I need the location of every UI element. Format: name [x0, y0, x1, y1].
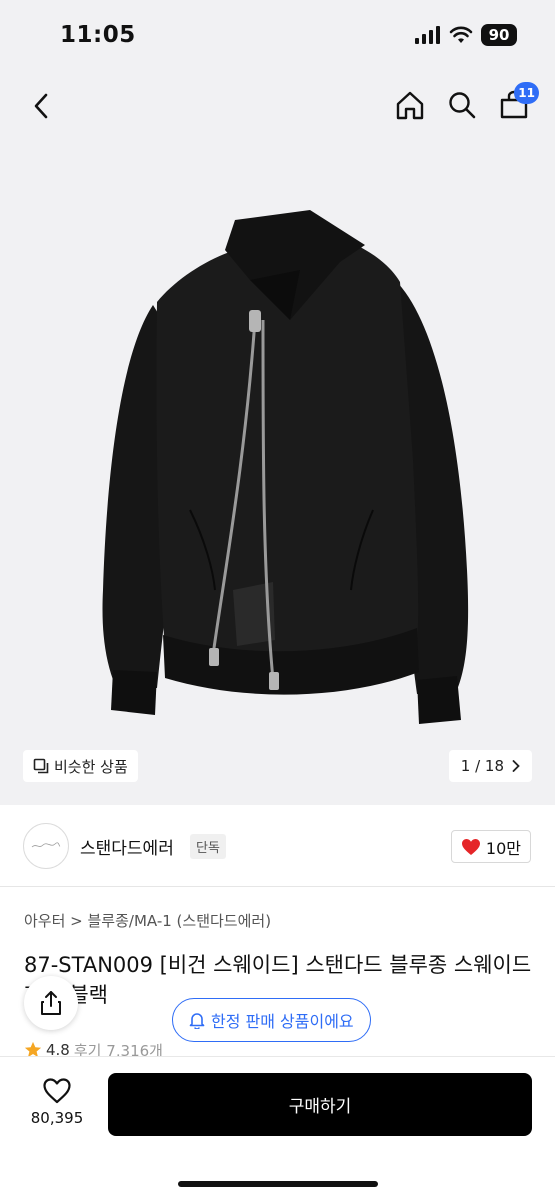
battery-indicator: 90: [481, 24, 517, 46]
exclusive-badge: 단독: [190, 834, 226, 859]
copy-icon: [33, 758, 49, 774]
limited-sale-banner[interactable]: 한정 판매 상품이에요: [172, 998, 371, 1042]
wifi-icon: [449, 26, 473, 43]
brand-name[interactable]: 스탠다드에러: [80, 834, 174, 859]
gallery-page-indicator[interactable]: 1 / 18: [448, 750, 532, 782]
bell-icon: [189, 1013, 205, 1029]
chevron-right-icon: [512, 760, 520, 772]
nav-actions: 11: [391, 82, 539, 124]
like-count: 10만: [485, 838, 521, 858]
search-button[interactable]: [443, 86, 481, 124]
back-button[interactable]: [24, 88, 60, 124]
wishlist-button[interactable]: 80,395: [22, 1077, 92, 1127]
heart-outline-icon: [43, 1078, 71, 1104]
share-button[interactable]: [24, 976, 78, 1030]
product-image-gallery[interactable]: 11 비슷한 상품 1 / 18: [0, 70, 555, 805]
share-icon: [41, 991, 61, 1015]
brand-logo[interactable]: [23, 823, 69, 869]
chevron-left-icon: [34, 93, 48, 119]
cart-count-badge: 11: [514, 82, 539, 104]
status-bar: 11:05 90: [0, 0, 555, 70]
limited-sale-text: 한정 판매 상품이에요: [211, 1012, 354, 1031]
like-button[interactable]: 10만: [450, 830, 531, 863]
signal-icon: [415, 26, 440, 44]
buy-button[interactable]: 구매하기: [108, 1073, 532, 1136]
category-breadcrumb[interactable]: 아우터 > 블루종/MA-1 (스탠다드에러): [24, 910, 271, 931]
heart-filled-icon: [461, 838, 480, 855]
purchase-bar: 80,395 구매하기: [0, 1056, 555, 1200]
status-icons: 90: [415, 24, 517, 46]
jacket-image: [102, 210, 469, 724]
cart-button[interactable]: 11: [495, 82, 539, 124]
home-indicator: [178, 1181, 378, 1187]
brand-logo-mark: [31, 842, 61, 848]
brand-row[interactable]: 스탠다드에러 단독 10만: [0, 805, 555, 887]
status-time: 11:05: [60, 22, 136, 48]
home-button[interactable]: [391, 86, 429, 124]
home-icon: [396, 91, 424, 120]
search-icon: [449, 92, 476, 119]
similar-products-label: 비슷한 상품: [54, 757, 128, 776]
page-indicator-text: 1 / 18: [460, 757, 504, 775]
similar-products-button[interactable]: 비슷한 상품: [23, 750, 138, 782]
wishlist-count: 80,395: [30, 1109, 84, 1127]
